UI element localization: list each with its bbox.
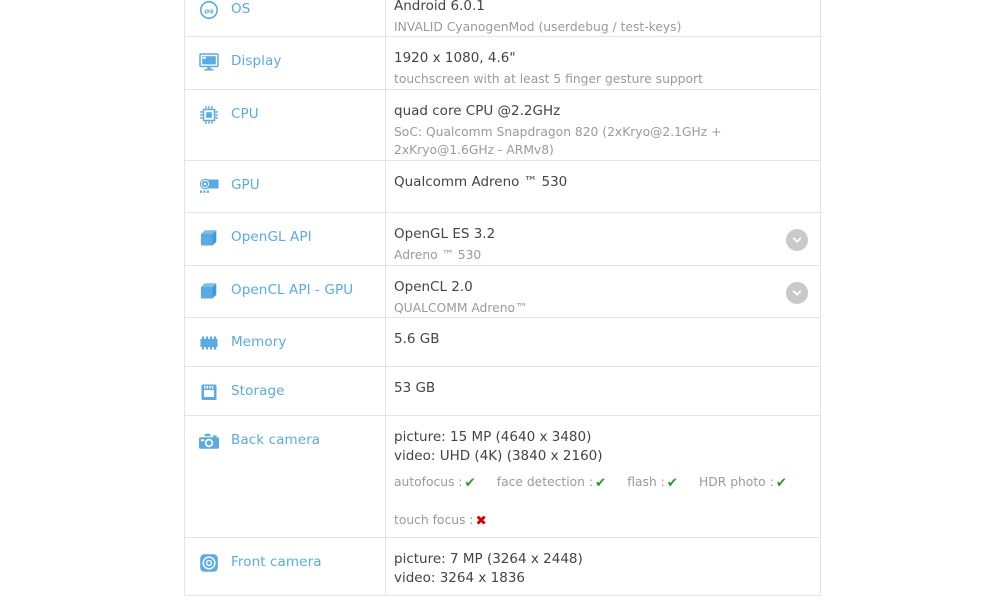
value-cell-back-camera: picture: 15 MP (4640 x 3480) video: UHD … bbox=[386, 416, 820, 537]
spec-row-back-camera: Back camera picture: 15 MP (4640 x 3480)… bbox=[185, 416, 820, 538]
label-cell-memory: Memory bbox=[185, 318, 386, 366]
spec-label: Storage bbox=[231, 381, 285, 401]
spec-value-secondary: Adreno ™ 530 bbox=[394, 246, 806, 264]
cube-box-icon bbox=[195, 281, 223, 301]
spec-value-primary: Qualcomm Adreno ™ 530 bbox=[394, 173, 806, 192]
label-cell-front-camera: Front camera bbox=[185, 538, 386, 595]
camera-feature-row-1: autofocus :✔ face detection :✔ flash :✔ … bbox=[394, 472, 806, 493]
front-camera-icon bbox=[195, 553, 223, 573]
spec-label: Front camera bbox=[231, 552, 322, 572]
expand-opencl-api-gpu-button[interactable] bbox=[786, 282, 808, 304]
spec-label: OpenGL API bbox=[231, 227, 312, 247]
value-cell-front-camera: picture: 7 MP (3264 x 2448) video: 3264 … bbox=[386, 538, 820, 595]
spec-value-secondary: INVALID CyanogenMod (userdebug / test-ke… bbox=[394, 18, 806, 36]
label-cell-gpu: GPU bbox=[185, 161, 386, 212]
feature-flash: flash :✔ bbox=[627, 472, 678, 493]
spec-row-memory: Memory 5.6 GB bbox=[185, 318, 820, 367]
label-cell-storage: Storage bbox=[185, 367, 386, 415]
spec-row-opengl-api: OpenGL API OpenGL ES 3.2 Adreno ™ 530 bbox=[185, 213, 820, 266]
chevron-down-icon bbox=[791, 234, 803, 246]
feature-label: touch focus : bbox=[394, 513, 473, 527]
spec-row-cpu: CPU quad core CPU @2.2GHz SoC: Qualcomm … bbox=[185, 90, 820, 161]
spec-value-primary: picture: 7 MP (3264 x 2448) bbox=[394, 550, 806, 569]
spec-row-opencl-api-gpu: OpenCL API - GPU OpenCL 2.0 QUALCOMM Adr… bbox=[185, 266, 820, 318]
feature-label: HDR photo : bbox=[699, 475, 774, 489]
value-cell-memory: 5.6 GB bbox=[386, 318, 820, 366]
spec-value-primary: 5.6 GB bbox=[394, 330, 806, 349]
label-cell-display: Display bbox=[185, 37, 386, 89]
feature-cross-icon: ✖ bbox=[475, 513, 486, 529]
spec-value-primary: picture: 15 MP (4640 x 3480) bbox=[394, 428, 806, 447]
spec-value-primary: quad core CPU @2.2GHz bbox=[394, 102, 806, 121]
feature-label: face detection : bbox=[497, 475, 593, 489]
spec-row-display: Display 1920 x 1080, 4.6" touchscreen wi… bbox=[185, 37, 820, 90]
label-cell-os: os OS bbox=[185, 0, 386, 36]
memory-ram-icon bbox=[195, 333, 223, 353]
spec-label: CPU bbox=[231, 104, 259, 124]
chevron-down-icon bbox=[791, 287, 803, 299]
cube-box-icon bbox=[195, 228, 223, 248]
feature-hdr-photo: HDR photo :✔ bbox=[699, 472, 787, 493]
spec-row-front-camera: Front camera picture: 7 MP (3264 x 2448)… bbox=[185, 538, 820, 596]
storage-card-icon bbox=[195, 382, 223, 402]
spec-value-primary: OpenGL ES 3.2 bbox=[394, 225, 806, 244]
spec-label: OS bbox=[231, 0, 250, 19]
cpu-chip-icon bbox=[195, 105, 223, 125]
spec-row-gpu: GPU Qualcomm Adreno ™ 530 bbox=[185, 161, 820, 213]
spec-label: Memory bbox=[231, 332, 287, 352]
feature-touch-focus: touch focus :✖ bbox=[394, 510, 487, 531]
expand-opengl-api-button[interactable] bbox=[786, 229, 808, 251]
spec-label: OpenCL API - GPU bbox=[231, 280, 353, 300]
spec-label: Display bbox=[231, 51, 281, 71]
device-spec-table: os OS Android 6.0.1 INVALID CyanogenMod … bbox=[184, 0, 821, 596]
svg-text:os: os bbox=[204, 6, 214, 15]
spec-value-secondary: QUALCOMM Adreno™ bbox=[394, 299, 806, 317]
value-cell-os: Android 6.0.1 INVALID CyanogenMod (userd… bbox=[386, 0, 820, 36]
feature-check-icon: ✔ bbox=[595, 475, 606, 491]
label-cell-opencl-api-gpu: OpenCL API - GPU bbox=[185, 266, 386, 317]
camera-feature-row-2: touch focus :✖ bbox=[394, 510, 806, 531]
spec-value-primary: 53 GB bbox=[394, 379, 806, 398]
value-cell-cpu: quad core CPU @2.2GHz SoC: Qualcomm Snap… bbox=[386, 90, 820, 160]
spec-value-primary: OpenCL 2.0 bbox=[394, 278, 806, 297]
spec-value-primary: 1920 x 1080, 4.6" bbox=[394, 49, 806, 68]
value-cell-opencl-api-gpu: OpenCL 2.0 QUALCOMM Adreno™ bbox=[386, 266, 820, 317]
value-cell-storage: 53 GB bbox=[386, 367, 820, 415]
feature-check-icon: ✔ bbox=[465, 475, 476, 491]
camera-icon bbox=[195, 431, 223, 451]
label-cell-cpu: CPU bbox=[185, 90, 386, 160]
label-cell-opengl-api: OpenGL API bbox=[185, 213, 386, 265]
value-cell-opengl-api: OpenGL ES 3.2 Adreno ™ 530 bbox=[386, 213, 820, 265]
gpu-card-icon bbox=[195, 176, 223, 196]
spec-row-storage: Storage 53 GB bbox=[185, 367, 820, 416]
spec-value-primary-2: video: 3264 x 1836 bbox=[394, 569, 806, 588]
feature-autofocus: autofocus :✔ bbox=[394, 472, 476, 493]
label-cell-back-camera: Back camera bbox=[185, 416, 386, 537]
display-monitor-icon bbox=[195, 52, 223, 72]
spec-value-secondary: SoC: Qualcomm Snapdragon 820 (2xKryo@2.1… bbox=[394, 123, 806, 159]
spec-value-secondary: touchscreen with at least 5 finger gestu… bbox=[394, 70, 806, 88]
feature-check-icon: ✔ bbox=[776, 475, 787, 491]
value-cell-gpu: Qualcomm Adreno ™ 530 bbox=[386, 161, 820, 212]
feature-face-detection: face detection :✔ bbox=[497, 472, 607, 493]
spec-value-primary-2: video: UHD (4K) (3840 x 2160) bbox=[394, 447, 806, 466]
spec-label: GPU bbox=[231, 175, 260, 195]
feature-label: autofocus : bbox=[394, 475, 463, 489]
spec-value-primary: Android 6.0.1 bbox=[394, 0, 806, 16]
feature-label: flash : bbox=[627, 475, 665, 489]
spec-label: Back camera bbox=[231, 430, 320, 450]
value-cell-display: 1920 x 1080, 4.6" touchscreen with at le… bbox=[386, 37, 820, 89]
feature-check-icon: ✔ bbox=[667, 475, 678, 491]
spec-row-os: os OS Android 6.0.1 INVALID CyanogenMod … bbox=[185, 0, 820, 37]
os-icon: os bbox=[195, 0, 223, 20]
